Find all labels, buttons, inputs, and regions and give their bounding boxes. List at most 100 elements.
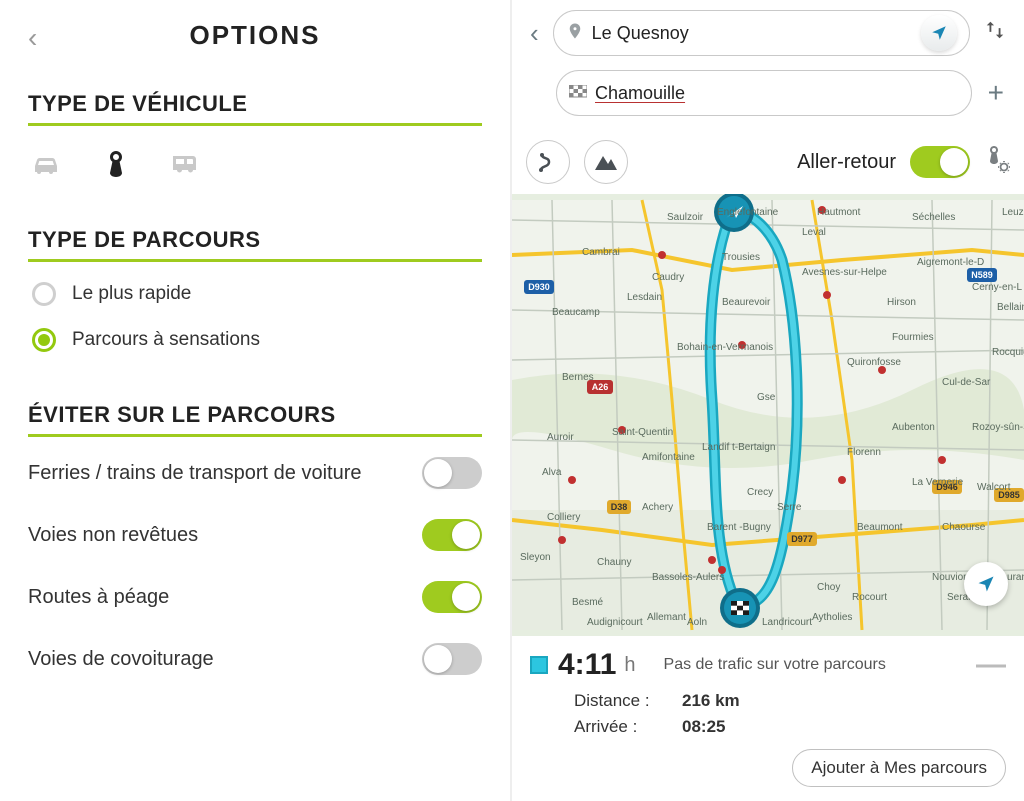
duration-unit: h — [624, 654, 635, 677]
map-place-label: Walcort — [977, 482, 1011, 493]
add-waypoint-icon[interactable]: + — [982, 77, 1010, 109]
avoid-label: Ferries / trains de transport de voiture — [28, 462, 361, 485]
map-place-label: Leuze — [1002, 207, 1024, 218]
to-field[interactable]: Chamouille — [556, 70, 972, 116]
toggle-ferries[interactable] — [422, 457, 482, 489]
distance-label: Distance : — [574, 688, 674, 714]
arrival-value: 08:25 — [682, 714, 725, 740]
from-field[interactable]: Le Quesnoy — [553, 10, 970, 56]
avoid-label: Routes à péage — [28, 586, 169, 609]
route-type-heading: TYPE DE PARCOURS — [28, 227, 482, 253]
traffic-status: Pas de trafic sur votre parcours — [664, 656, 886, 674]
svg-text:D38: D38 — [611, 502, 628, 512]
options-panel: ‹ OPTIONS TYPE DE VÉHICULE TYPE DE PARCO… — [0, 0, 512, 801]
winding-road-icon[interactable] — [526, 140, 570, 184]
map-place-label: Cerny-en-L — [972, 282, 1022, 293]
map-place-label: Hirson — [887, 297, 916, 308]
map-place-label: Auroir — [547, 432, 574, 443]
route-summary: 4:11 h Pas de trafic sur votre parcours … — [512, 636, 1024, 801]
map-place-label: La Vernerie — [912, 477, 964, 488]
radio-label: Le plus rapide — [72, 283, 191, 305]
avoid-carpool: Voies de covoiturage — [28, 643, 482, 675]
map-place-label: Beaucamp — [552, 307, 600, 318]
route-color-swatch — [530, 656, 548, 674]
map-place-label: Rocourt — [852, 592, 887, 603]
separator — [28, 123, 482, 126]
add-to-routes-button[interactable]: Ajouter à Mes parcours — [792, 749, 1006, 787]
map-place-label: Lesdain — [627, 292, 662, 303]
radio-icon — [32, 282, 56, 306]
map-place-label: Saint-Quentin — [612, 427, 673, 438]
map-place-label: Bellaine — [997, 302, 1024, 313]
options-header: ‹ OPTIONS — [28, 20, 482, 51]
radio-label: Parcours à sensations — [72, 329, 260, 351]
route-panel: ‹ Le Quesnoy Chamouille — [512, 0, 1024, 801]
separator — [28, 434, 482, 437]
radio-sensations[interactable]: Parcours à sensations — [32, 328, 482, 352]
options-title: OPTIONS — [28, 20, 482, 51]
vehicle-type-selector — [28, 146, 482, 182]
map-place-label: Colliery — [547, 512, 580, 523]
map-place-label: Hautmont — [817, 207, 861, 218]
map-place-label: Trousies — [722, 252, 760, 263]
mountain-icon[interactable] — [584, 140, 628, 184]
map-svg: D930 A26 N589 D946 D985 D977 D38 Cambrai… — [512, 194, 1024, 636]
radio-fastest[interactable]: Le plus rapide — [32, 282, 482, 306]
location-pin-icon — [566, 22, 584, 45]
map-place-label: Cambrai — [582, 247, 620, 258]
svg-text:D930: D930 — [528, 282, 550, 292]
route-settings-icon[interactable] — [984, 145, 1010, 180]
map-place-label: Beaurevoir — [722, 297, 771, 308]
map-place-label: Serre — [777, 502, 802, 513]
map-place-label: Caudry — [652, 272, 684, 283]
map-place-label: Amifontaine — [642, 452, 695, 463]
route-options-row: Aller-retour — [512, 136, 1024, 194]
svg-text:N589: N589 — [971, 270, 993, 280]
map-place-label: Florenn — [847, 447, 881, 458]
map-place-label: Sleyon — [520, 552, 551, 563]
swap-icon[interactable] — [980, 15, 1010, 52]
map-place-label: Saulzoir — [667, 212, 704, 223]
radio-icon — [32, 328, 56, 352]
toggle-tolls[interactable] — [422, 581, 482, 613]
collapse-icon[interactable]: — — [976, 648, 1006, 682]
map-place-label: Séchelles — [912, 212, 955, 223]
toggle-carpool[interactable] — [422, 643, 482, 675]
avoid-ferries: Ferries / trains de transport de voiture — [28, 457, 482, 489]
avoid-heading: ÉVITER SUR LE PARCOURS — [28, 402, 482, 428]
map-place-label: Leval — [802, 227, 826, 238]
map-place-label: Bassoles-Aulers — [652, 572, 724, 583]
round-trip-label: Aller-retour — [797, 151, 896, 174]
to-text: Chamouille — [595, 83, 959, 104]
route-header: ‹ Le Quesnoy Chamouille — [512, 0, 1024, 136]
map-place-label: Avesnes-sur-Helpe — [802, 267, 887, 278]
locate-me-icon[interactable] — [921, 15, 957, 51]
back-chevron-icon[interactable]: ‹ — [526, 14, 543, 53]
map-place-label: Aigremont-le-D — [917, 257, 984, 268]
summary-row: 4:11 h Pas de trafic sur votre parcours … — [530, 648, 1006, 682]
map-place-label: Besmé — [572, 597, 604, 608]
motorcycle-icon[interactable] — [98, 146, 134, 182]
toggle-round-trip[interactable] — [910, 146, 970, 178]
toggle-unpaved[interactable] — [422, 519, 482, 551]
map-place-label: Gse — [757, 392, 776, 403]
avoid-tolls: Routes à péage — [28, 581, 482, 613]
map[interactable]: D930 A26 N589 D946 D985 D977 D38 Cambrai… — [512, 194, 1024, 636]
to-row: Chamouille + — [526, 70, 1010, 116]
car-icon[interactable] — [28, 146, 64, 182]
route-type-radio-group: Le plus rapide Parcours à sensations — [28, 282, 482, 352]
avoid-unpaved: Voies non revêtues — [28, 519, 482, 551]
distance-value: 216 km — [682, 688, 740, 714]
map-place-label: Barent -Bugny — [707, 522, 771, 533]
map-locate-icon[interactable] — [964, 562, 1008, 606]
duration-value: 4:11 — [558, 648, 616, 682]
back-chevron-icon[interactable]: ‹ — [28, 22, 37, 54]
avoid-label: Voies de covoiturage — [28, 648, 214, 671]
map-place-label: Chaourse — [942, 522, 986, 533]
map-place-label: Beaumont — [857, 522, 903, 533]
separator — [28, 259, 482, 262]
summary-details: Distance : 216 km Arrivée : 08:25 — [574, 688, 1006, 739]
rv-icon[interactable] — [168, 146, 204, 182]
map-place-label: Landricourt — [762, 617, 812, 628]
map-place-label: Audignicourt — [587, 617, 643, 628]
